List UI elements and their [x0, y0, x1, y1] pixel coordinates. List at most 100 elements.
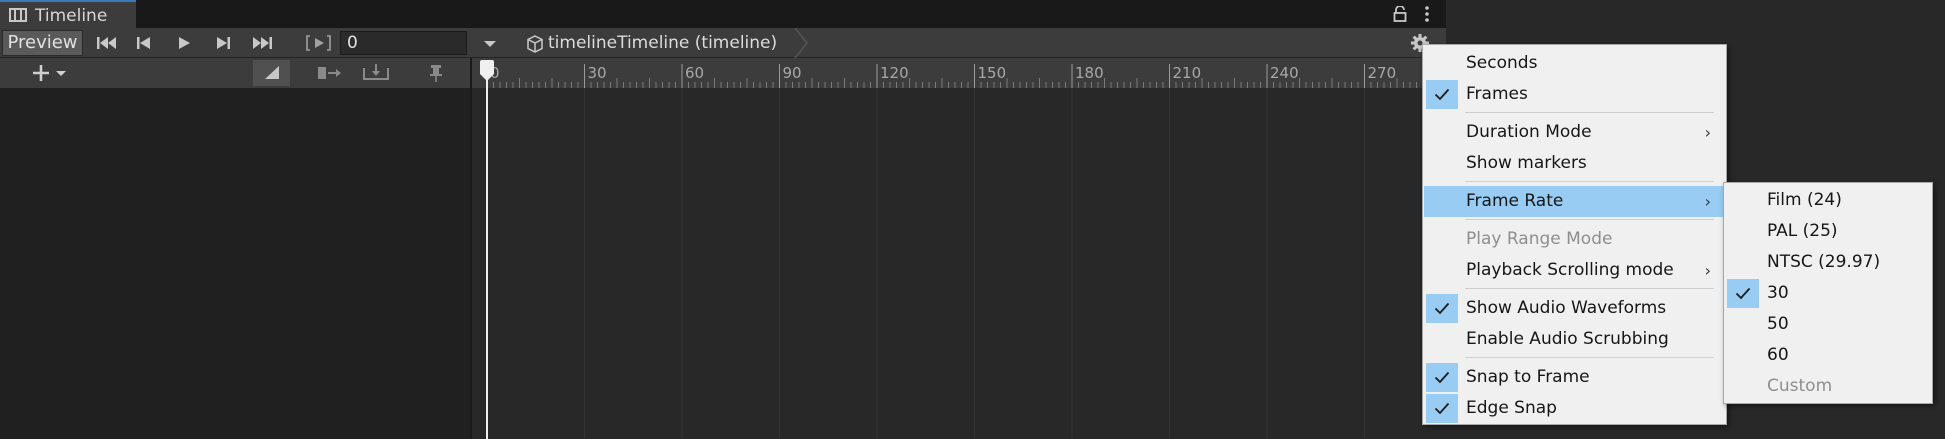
menu-item-label: Show Audio Waveforms — [1466, 298, 1667, 318]
menu-separator — [1465, 181, 1714, 182]
ruler-tick-label: 210 — [1173, 64, 1202, 82]
menu-item-label: Enable Audio Scrubbing — [1466, 329, 1669, 349]
menu-item-frame-rate[interactable]: Frame Rate › — [1424, 186, 1725, 217]
ruler-tick-label: 240 — [1270, 64, 1299, 82]
add-track-button[interactable] — [24, 61, 74, 85]
current-frame-field[interactable]: 0 — [340, 31, 467, 55]
menu-item-pal-25[interactable]: PAL (25) — [1725, 216, 1931, 247]
checkmark-icon — [1434, 402, 1450, 415]
menu-item-50[interactable]: 50 — [1725, 309, 1931, 340]
title-bar — [0, 0, 1446, 28]
menu-item-label: Snap to Frame — [1466, 367, 1590, 387]
menu-item-60[interactable]: 60 — [1725, 340, 1931, 371]
goto-start-button[interactable] — [88, 30, 124, 56]
menu-item-edge-snap[interactable]: Edge Snap — [1424, 393, 1725, 424]
menu-item-film-24[interactable]: Film (24) — [1725, 185, 1931, 216]
tab-timeline[interactable]: Timeline — [0, 0, 136, 28]
menu-separator — [1465, 288, 1714, 289]
play-button[interactable] — [165, 30, 201, 56]
menu-item-label: Custom — [1767, 376, 1833, 396]
chevron-right-icon: › — [1704, 192, 1711, 211]
menu-item-playback-scrolling-mode[interactable]: Playback Scrolling mode › — [1424, 255, 1725, 286]
chevron-down-icon[interactable] — [477, 31, 503, 55]
check-indicator — [1426, 294, 1458, 323]
film-strip-icon — [9, 8, 27, 22]
play-range-button[interactable] — [298, 30, 334, 56]
ruler-tick-label: 150 — [978, 64, 1007, 82]
timeline-settings-menu: Seconds Frames Duration Mode › Show markers F… — [1422, 44, 1727, 425]
menu-item-show-markers[interactable]: Show markers — [1424, 148, 1725, 179]
ruler-tick-label: 180 — [1075, 64, 1104, 82]
menu-item-snap-to-frame[interactable]: Snap to Frame — [1424, 362, 1725, 393]
window-title: Timeline — [35, 6, 108, 26]
playhead-line — [486, 76, 488, 439]
chevron-right-icon: › — [1704, 261, 1711, 280]
replace-mode-button[interactable] — [311, 60, 348, 86]
menu-item-frames[interactable]: Frames — [1424, 79, 1725, 110]
checkmark-icon — [1434, 88, 1450, 101]
menu-item-label: Playback Scrolling mode — [1466, 260, 1674, 280]
lock-icon[interactable] — [1393, 6, 1407, 22]
track-list-area — [0, 88, 471, 439]
ruler-tick-label: 60 — [685, 64, 704, 82]
menu-item-seconds[interactable]: Seconds — [1424, 48, 1725, 79]
menu-item-label: Film (24) — [1767, 190, 1842, 210]
menu-item-label: Play Range Mode — [1466, 229, 1613, 249]
grid-lines — [584, 88, 1365, 439]
goto-end-icon — [253, 37, 272, 49]
next-frame-icon — [217, 37, 230, 49]
breadcrumb[interactable]: timelineTimeline (timeline) — [548, 33, 777, 53]
frame-rate-submenu: Film (24) PAL (25) NTSC (29.97) 30 50 60 Custo… — [1723, 182, 1933, 404]
ruler-tick-label: 120 — [880, 64, 909, 82]
checkmark-icon — [1434, 302, 1450, 315]
menu-item-label: Frame Rate — [1466, 191, 1564, 211]
play-icon — [179, 37, 190, 49]
menu-separator — [1465, 219, 1714, 220]
menu-item-label: NTSC (29.97) — [1767, 252, 1881, 272]
insert-mode-button[interactable] — [358, 60, 395, 86]
panel-splitter[interactable] — [470, 58, 472, 439]
more-options-icon[interactable] — [1420, 4, 1434, 24]
pin-button[interactable] — [418, 60, 455, 86]
menu-item-label: Edge Snap — [1466, 398, 1557, 418]
ruler-tick-label: 90 — [783, 64, 802, 82]
playhead-handle[interactable] — [478, 60, 496, 82]
check-indicator — [1426, 363, 1458, 392]
goto-end-button[interactable] — [243, 30, 279, 56]
menu-item-label: Show markers — [1466, 153, 1587, 173]
menu-item-custom: Custom — [1725, 371, 1931, 402]
next-frame-button[interactable] — [204, 30, 240, 56]
insert-icon — [363, 64, 389, 80]
ruler-tick-label: 30 — [588, 64, 607, 82]
menu-item-30[interactable]: 30 — [1725, 278, 1931, 309]
menu-item-label: 30 — [1767, 283, 1789, 303]
menu-separator — [1465, 112, 1714, 113]
menu-item-label: PAL (25) — [1767, 221, 1838, 241]
ruler-ticks: 0 30 60 90 120 150 180 210 240 270 — [486, 64, 1443, 88]
menu-item-play-range-mode: Play Range Mode — [1424, 224, 1725, 255]
menu-item-label: 60 — [1767, 345, 1789, 365]
menu-item-label: Duration Mode — [1466, 122, 1592, 142]
pin-icon — [430, 65, 442, 82]
menu-item-enable-audio-scrubbing[interactable]: Enable Audio Scrubbing — [1424, 324, 1725, 355]
ruler-tick-label: 270 — [1368, 64, 1397, 82]
preview-button[interactable]: Preview — [2, 30, 83, 56]
menu-item-label: Frames — [1466, 84, 1528, 104]
menu-item-show-audio-waveforms[interactable]: Show Audio Waveforms — [1424, 293, 1725, 324]
menu-item-ntsc-29-97[interactable]: NTSC (29.97) — [1725, 247, 1931, 278]
checkmark-icon — [1735, 287, 1751, 300]
breadcrumb-separator-icon — [794, 28, 808, 58]
play-range-icon — [306, 35, 331, 51]
cube-icon — [527, 35, 543, 53]
ripple-icon — [265, 66, 279, 79]
checkmark-icon — [1434, 371, 1450, 384]
menu-separator — [1465, 357, 1714, 358]
menu-item-duration-mode[interactable]: Duration Mode › — [1424, 117, 1725, 148]
menu-item-label: Seconds — [1466, 53, 1538, 73]
check-indicator — [1426, 80, 1458, 109]
chevron-right-icon: › — [1704, 123, 1711, 142]
previous-frame-button[interactable] — [126, 30, 162, 56]
menu-item-label: 50 — [1767, 314, 1789, 334]
ripple-mode-button[interactable] — [253, 60, 290, 86]
replace-icon — [318, 67, 341, 79]
